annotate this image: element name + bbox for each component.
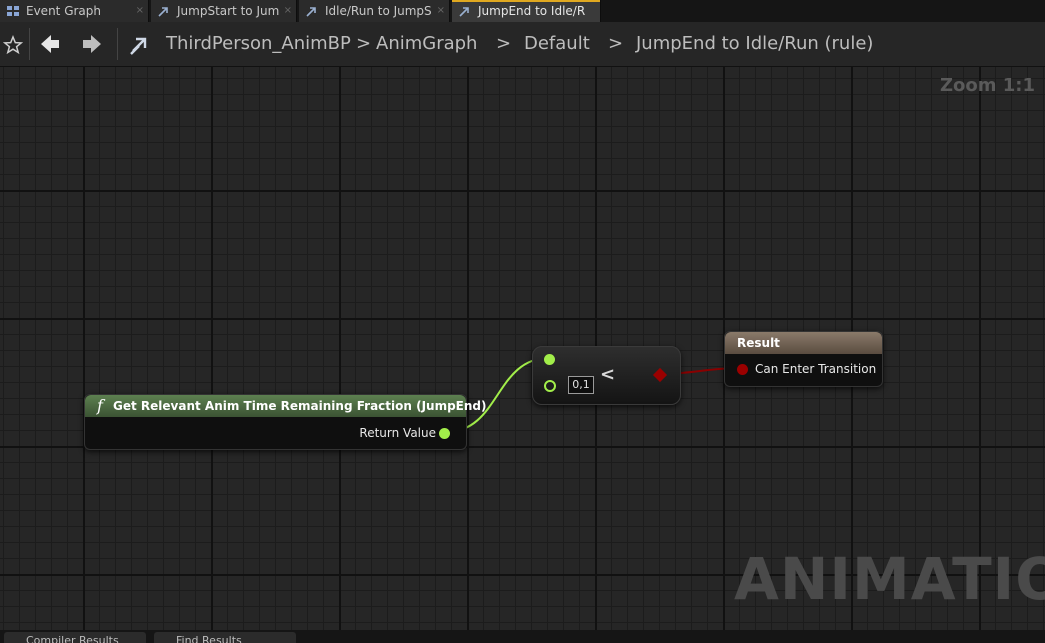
- forward-arrow-icon[interactable]: [81, 34, 103, 54]
- tab-find-results[interactable]: Find Results: [154, 632, 296, 643]
- can-enter-transition-pin[interactable]: [737, 364, 748, 375]
- input-b-pin[interactable]: [544, 380, 556, 392]
- tab-jumpend-to-idlerun[interactable]: JumpEnd to Idle/R: [452, 0, 601, 22]
- bottom-tab-bar: Compiler Results Find Results: [0, 630, 1045, 643]
- breadcrumb-item-animgraph[interactable]: AnimGraph: [376, 22, 477, 66]
- function-icon: f: [97, 396, 103, 415]
- close-icon[interactable]: ×: [284, 0, 292, 22]
- get-anim-time-node[interactable]: f Get Relevant Anim Time Remaining Fract…: [84, 394, 487, 450]
- transition-rule-icon: [130, 37, 147, 55]
- tab-label: Compiler Results: [26, 634, 119, 643]
- breadcrumb-item-rule[interactable]: JumpEnd to Idle/Run (rule): [636, 22, 873, 66]
- return-value-pin[interactable]: [439, 428, 450, 439]
- node-title: Get Relevant Anim Time Remaining Fractio…: [113, 399, 487, 413]
- tab-label: Idle/Run to JumpS: [325, 4, 432, 18]
- tab-label: JumpEnd to Idle/R: [478, 4, 586, 18]
- breadcrumb-separator: >: [356, 33, 372, 54]
- tab-label: JumpStart to Jum: [177, 4, 280, 18]
- graph-type-watermark: ANIMATION: [734, 545, 1045, 613]
- divider: [29, 28, 30, 60]
- input-b-value-field[interactable]: 0,1: [568, 376, 594, 394]
- tab-label: Event Graph: [26, 4, 101, 18]
- document-tab-bar: Event Graph × JumpStart to Jum × Idle/Ru…: [0, 0, 1045, 22]
- tab-label: Find Results: [176, 634, 242, 643]
- node-header: Result: [725, 332, 882, 354]
- less-than-node[interactable]: 0,1 <: [532, 346, 681, 405]
- breadcrumb-item-default[interactable]: Default: [524, 22, 590, 66]
- breadcrumb-bar: ThirdPerson_AnimBP > AnimGraph > Default…: [0, 22, 1045, 67]
- output-pin[interactable]: [652, 367, 668, 383]
- breadcrumb-item-anim-bp[interactable]: ThirdPerson_AnimBP: [166, 22, 351, 66]
- breadcrumb-separator: >: [608, 33, 624, 54]
- tab-jumpstart-to-jump[interactable]: JumpStart to Jum ×: [151, 0, 297, 22]
- node-title: Result: [737, 336, 780, 350]
- input-a-pin[interactable]: [544, 354, 555, 365]
- breadcrumb-separator: >: [496, 33, 512, 54]
- divider: [117, 28, 118, 60]
- tab-compiler-results[interactable]: Compiler Results: [4, 632, 146, 643]
- graph-canvas[interactable]: Zoom 1:1 f Get Relevant Anim Time Remain…: [0, 67, 1045, 630]
- tab-event-graph[interactable]: Event Graph ×: [0, 0, 149, 22]
- can-enter-transition-label: Can Enter Transition: [755, 362, 877, 376]
- transition-icon: [459, 7, 469, 17]
- return-value-label: Return Value: [359, 426, 436, 440]
- transition-icon: [306, 7, 316, 17]
- close-icon[interactable]: ×: [136, 0, 144, 22]
- result-node[interactable]: Result Can Enter Transition: [724, 331, 883, 387]
- transition-icon: [158, 7, 168, 17]
- close-icon[interactable]: ×: [437, 0, 445, 22]
- back-arrow-icon[interactable]: [39, 34, 61, 54]
- node-header: f Get Relevant Anim Time Remaining Fract…: [85, 395, 487, 417]
- tab-idlerun-to-jumpstart[interactable]: Idle/Run to JumpS ×: [299, 0, 450, 22]
- star-icon[interactable]: [3, 35, 23, 55]
- event-graph-icon: [7, 6, 19, 16]
- operator-label: <: [600, 364, 616, 385]
- zoom-label: Zoom 1:1: [939, 75, 1035, 96]
